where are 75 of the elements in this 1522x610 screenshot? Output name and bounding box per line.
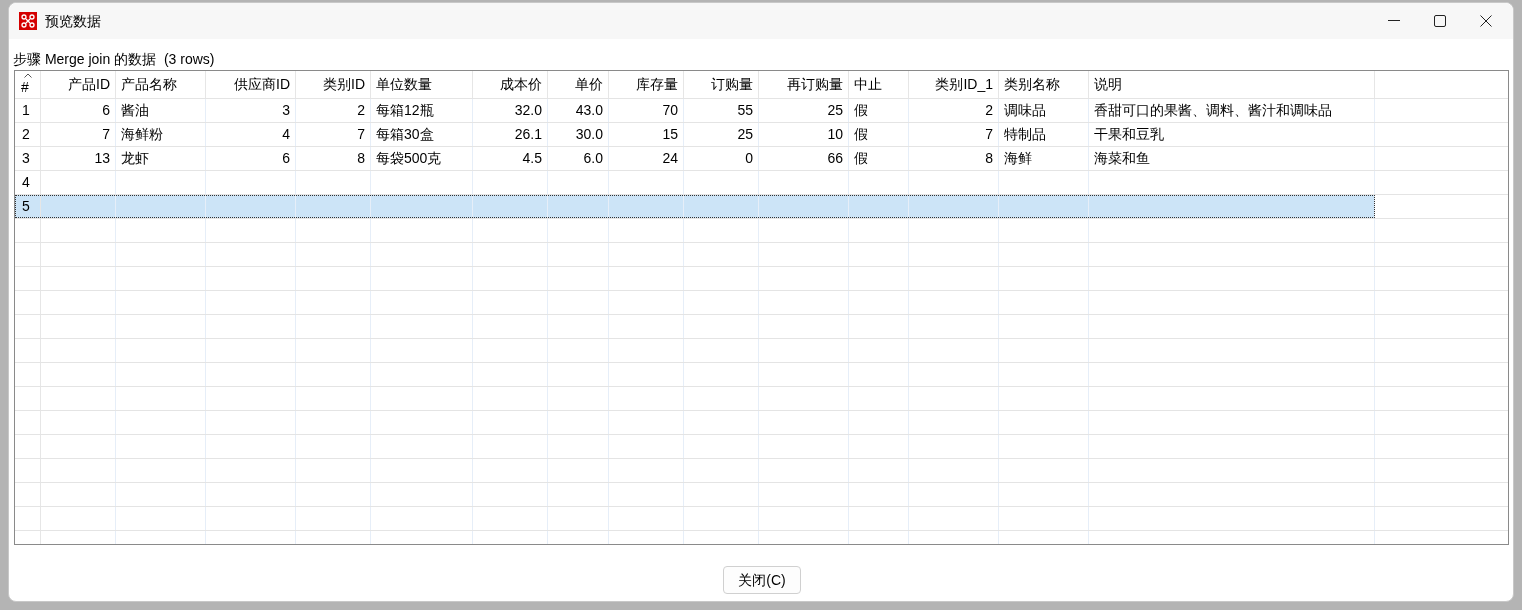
- table-cell: 25: [759, 99, 849, 122]
- table-row[interactable]: 4: [15, 171, 1375, 194]
- caption-label: 步骤 Merge join 的数据 (3 rows): [13, 50, 215, 68]
- selected-table-row[interactable]: 5: [15, 195, 1375, 218]
- minimize-icon: [1388, 20, 1400, 22]
- table-cell: 6: [206, 147, 296, 170]
- table-cell: 调味品: [999, 99, 1089, 122]
- table-cell: 酱油: [116, 99, 206, 122]
- table-cell: 特制品: [999, 123, 1089, 146]
- column-header[interactable]: 供应商ID: [206, 71, 296, 98]
- table-cell: 4: [206, 123, 296, 146]
- table-cell: 每袋500克: [371, 147, 473, 170]
- table-cell: 每箱30盒: [371, 123, 473, 146]
- table-cell: 4.5: [473, 147, 548, 170]
- table-cell: 7: [909, 123, 999, 146]
- table-cell: 假: [849, 123, 909, 146]
- table-cell: 32.0: [473, 99, 548, 122]
- column-header[interactable]: 类别ID: [296, 71, 371, 98]
- table-cell: 25: [684, 123, 759, 146]
- table-cell: 66: [759, 147, 849, 170]
- table-row[interactable]: 1 6 酱油 3 2 每箱12瓶 32.0 43.0 70 55 25 假 2 调味品 香甜可口的果酱、调料、酱汁和调味品: [15, 99, 1375, 122]
- close-dialog-button[interactable]: 关闭(C): [723, 566, 801, 594]
- column-header[interactable]: 产品ID: [41, 71, 116, 98]
- table-cell: 55: [684, 99, 759, 122]
- table-cell: 15: [609, 123, 684, 146]
- window-title: 预览数据: [45, 11, 101, 31]
- maximize-icon: [1434, 15, 1446, 27]
- table-cell: 海鲜: [999, 147, 1089, 170]
- column-header[interactable]: 单价: [548, 71, 609, 98]
- table-row[interactable]: 2 7 海鲜粉 4 7 每箱30盒 26.1 30.0 15 25 10 假 7 特制品 干果和豆乳: [15, 123, 1375, 146]
- column-header[interactable]: 单位数量: [371, 71, 473, 98]
- sort-caret-icon: [24, 73, 32, 78]
- table-cell: 7: [296, 123, 371, 146]
- row-number: 4: [15, 171, 41, 194]
- column-header[interactable]: 库存量: [609, 71, 684, 98]
- table-cell: 30.0: [548, 123, 609, 146]
- row-number: 1: [15, 99, 41, 122]
- table-cell: 26.1: [473, 123, 548, 146]
- table-cell: 6.0: [548, 147, 609, 170]
- table-cell: 7: [41, 123, 116, 146]
- column-header[interactable]: 类别名称: [999, 71, 1089, 98]
- row-number: 3: [15, 147, 41, 170]
- table-cell: 3: [206, 99, 296, 122]
- column-header[interactable]: 说明: [1089, 71, 1375, 98]
- column-header[interactable]: 类别ID_1: [909, 71, 999, 98]
- column-header[interactable]: 产品名称: [116, 71, 206, 98]
- close-icon: [1480, 15, 1492, 27]
- table-cell: 假: [849, 147, 909, 170]
- table-cell: 43.0: [548, 99, 609, 122]
- table-cell: 每箱12瓶: [371, 99, 473, 122]
- table-cell: 8: [296, 147, 371, 170]
- app-icon: [19, 12, 37, 30]
- table-cell: 70: [609, 99, 684, 122]
- table-cell: 24: [609, 147, 684, 170]
- table-cell: 香甜可口的果酱、调料、酱汁和调味品: [1089, 99, 1375, 122]
- column-header[interactable]: 成本价: [473, 71, 548, 98]
- table-cell: 海菜和鱼: [1089, 147, 1375, 170]
- table-cell: 10: [759, 123, 849, 146]
- table-cell: 海鲜粉: [116, 123, 206, 146]
- table-cell: 8: [909, 147, 999, 170]
- row-number: 5: [15, 195, 41, 218]
- table-cell: 2: [296, 99, 371, 122]
- table-cell: 0: [684, 147, 759, 170]
- table-cell: 6: [41, 99, 116, 122]
- row-number: 2: [15, 123, 41, 146]
- table-row[interactable]: 3 13 龙虾 6 8 每袋500克 4.5 6.0 24 0 66 假 8 海鲜 海菜和鱼: [15, 147, 1375, 170]
- column-header[interactable]: 中止: [849, 71, 909, 98]
- table-cell: 13: [41, 147, 116, 170]
- table-cell: 2: [909, 99, 999, 122]
- table-cell: 假: [849, 99, 909, 122]
- column-header[interactable]: 再订购量: [759, 71, 849, 98]
- table-cell: 龙虾: [116, 147, 206, 170]
- column-header[interactable]: 订购量: [684, 71, 759, 98]
- table-cell: 干果和豆乳: [1089, 123, 1375, 146]
- column-header[interactable]: #: [21, 79, 29, 95]
